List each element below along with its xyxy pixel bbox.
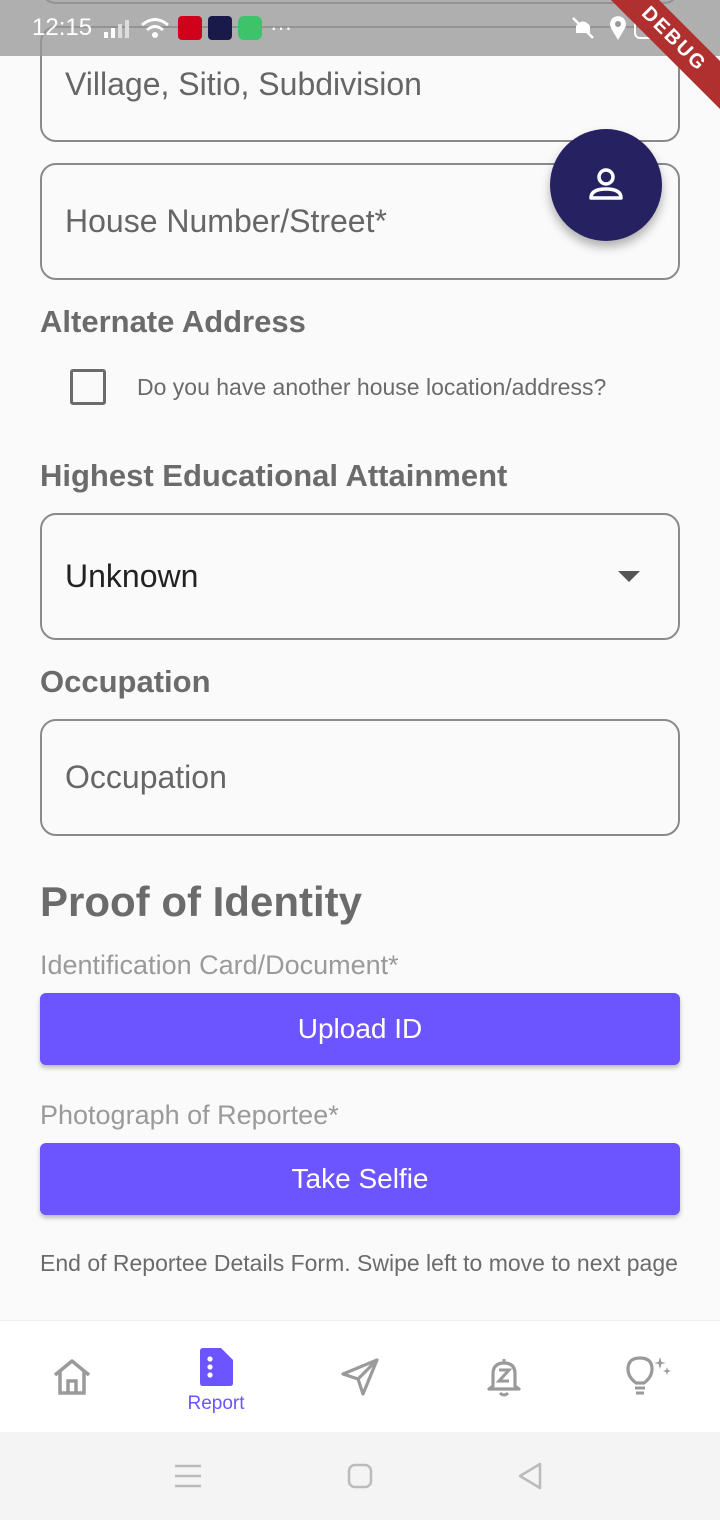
report-icon <box>200 1348 233 1386</box>
back-button-icon[interactable] <box>517 1462 543 1490</box>
signal-icon <box>104 20 130 38</box>
alternate-address-label: Alternate Address <box>40 304 306 339</box>
nav-report[interactable]: Report <box>144 1321 288 1433</box>
photo-label: Photograph of Reportee* <box>40 1100 339 1130</box>
village-placeholder: Village, Sitio, Subdivision <box>65 65 422 102</box>
nav-home[interactable] <box>0 1321 144 1433</box>
education-label: Highest Educational Attainment <box>40 458 508 493</box>
house-street-placeholder: House Number/Street* <box>65 203 387 239</box>
home-button-icon[interactable] <box>347 1463 373 1489</box>
upload-id-button[interactable]: Upload ID <box>40 993 680 1065</box>
take-selfie-button[interactable]: Take Selfie <box>40 1143 680 1215</box>
debug-banner-text: DEBUG <box>600 0 720 120</box>
send-icon <box>341 1358 379 1396</box>
occupation-label: Occupation <box>40 664 211 699</box>
pinterest-notification-icon <box>178 16 203 40</box>
alternate-address-checkbox[interactable] <box>70 369 106 405</box>
more-notifications-icon: ··· <box>270 15 293 40</box>
nav-tips[interactable] <box>576 1321 720 1433</box>
mute-icon <box>572 17 594 39</box>
person-icon <box>589 168 623 200</box>
recent-apps-icon[interactable] <box>174 1464 202 1488</box>
profile-fab-button[interactable] <box>550 129 662 241</box>
lightbulb-icon <box>626 1356 671 1395</box>
wifi-icon <box>141 18 170 38</box>
occupation-field[interactable]: Occupation <box>40 719 680 836</box>
system-navigation-bar <box>0 1432 720 1520</box>
debug-banner: DEBUG <box>600 0 720 120</box>
end-of-form-note: End of Reportee Details Form. Swipe left… <box>40 1250 678 1276</box>
status-time: 12:15 <box>32 14 93 41</box>
bottom-navigation: Report <box>0 1320 720 1432</box>
nav-alerts[interactable] <box>432 1321 576 1433</box>
education-selected-value: Unknown <box>65 558 199 594</box>
dropdown-arrow-icon <box>618 571 640 582</box>
proof-of-identity-heading: Proof of Identity <box>40 878 362 925</box>
nav-report-label: Report <box>187 1393 245 1414</box>
occupation-placeholder: Occupation <box>65 759 227 795</box>
id-label: Identification Card/Document* <box>40 950 399 980</box>
education-dropdown[interactable]: Unknown <box>40 513 680 640</box>
app-notification-icon <box>208 16 233 40</box>
alternate-address-question: Do you have another house location/addre… <box>137 374 607 400</box>
message-notification-icon <box>238 16 263 40</box>
nav-send[interactable] <box>288 1321 432 1433</box>
home-icon <box>53 1359 91 1395</box>
bell-z-icon <box>487 1359 521 1397</box>
